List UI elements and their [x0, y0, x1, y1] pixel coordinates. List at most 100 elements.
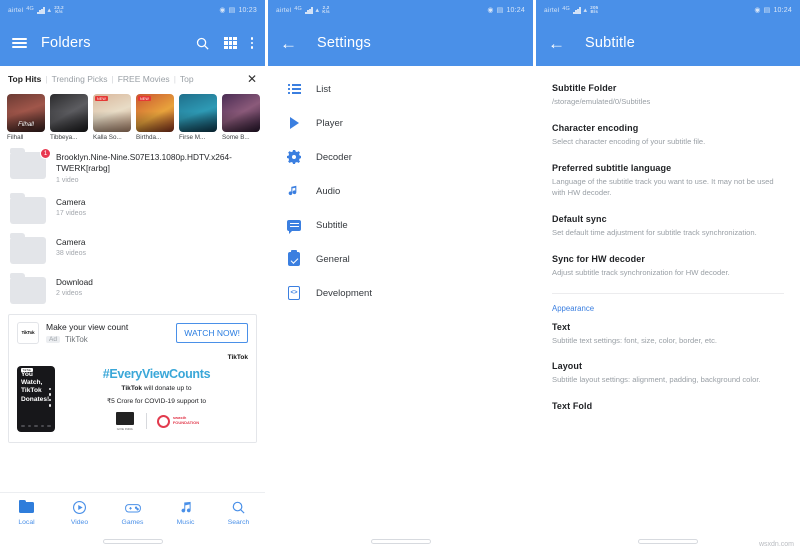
poster-item[interactable]: Firse M... — [179, 94, 217, 141]
ad-phone-navbar — [21, 425, 51, 428]
search-icon[interactable] — [195, 36, 210, 51]
close-icon[interactable]: ✕ — [243, 73, 257, 85]
ad-text-block: Make your view count Ad TikTok — [46, 322, 169, 344]
setting-row-cut-off[interactable]: Text Fold — [536, 394, 800, 409]
nav-label: Search — [227, 519, 250, 526]
nav-item-search[interactable]: Search — [212, 499, 265, 526]
setting-row-sync-hw-decoder[interactable]: Sync for HW decoder Adjust subtitle trac… — [536, 247, 800, 287]
data-rate-unit: B/s — [590, 9, 599, 14]
clock-label: 10:24 — [506, 6, 525, 14]
poster-item[interactable]: Filhall Filhall — [7, 94, 45, 141]
hamburger-icon[interactable] — [12, 38, 27, 48]
poster-art — [50, 94, 88, 132]
setting-row-preferred-language[interactable]: Preferred subtitle language Language of … — [536, 156, 800, 208]
home-indicator[interactable] — [638, 538, 698, 544]
folder-name: Download — [56, 276, 93, 287]
sidebar-item-decoder[interactable]: Decoder — [268, 140, 533, 174]
wifi-icon: ▴ — [583, 7, 588, 14]
app-bar: ← Settings — [268, 20, 533, 66]
setting-row-text[interactable]: Text Subtitle text settings: font, size,… — [536, 315, 800, 355]
ad-phone-dots-icon — [48, 387, 51, 407]
home-indicator[interactable] — [102, 538, 163, 544]
carrier-label: airtel — [276, 6, 292, 14]
advertisement[interactable]: TikTok Make your view count Ad TikTok WA… — [8, 313, 257, 443]
play-icon — [286, 115, 302, 131]
ad-logo-icon: TikTok — [17, 321, 39, 344]
wifi-icon: ▴ — [315, 7, 320, 14]
poster-art — [222, 94, 260, 132]
promo-tab-free-movies[interactable]: FREE Movies — [118, 74, 170, 84]
overflow-menu-icon[interactable] — [250, 37, 253, 49]
promo-tab-trending-picks[interactable]: Trending Picks — [52, 74, 108, 84]
sidebar-item-general[interactable]: General — [268, 242, 533, 276]
music-note-icon — [286, 183, 302, 199]
sidebar-item-player[interactable]: Player — [268, 106, 533, 140]
setting-description: Adjust subtitle track synchronization fo… — [552, 267, 730, 277]
folder-icon-wrap — [10, 192, 46, 224]
music-note-icon — [177, 499, 194, 516]
folder-row[interactable]: Camera 17 videos — [0, 190, 265, 230]
home-indicator-area — [268, 530, 533, 552]
folder-video-count: 1 video — [56, 176, 79, 184]
poster-caption: Kalla So... — [93, 134, 122, 141]
partner-logo-swasth: swasth FOUNDATION — [156, 414, 200, 428]
poster-item[interactable]: Some B... — [222, 94, 260, 141]
setting-description: /storage/emulated/0/Subtitles — [552, 97, 651, 106]
folder-icon-wrap — [10, 232, 46, 264]
ad-header: TikTok Make your view count Ad TikTok WA… — [9, 315, 256, 350]
back-arrow-icon[interactable]: ← — [548, 35, 565, 52]
status-bar: airtel 4G ▴ 205 B/s ◉ ▤ 10:24 — [536, 0, 800, 20]
promo-tab-top-truncated[interactable]: Top — [180, 74, 194, 84]
app-bar: ← Subtitle — [536, 20, 800, 66]
ad-creative: TikTok TikTok You Watch, TikTok Donates!… — [9, 349, 256, 442]
nav-item-video[interactable]: Video — [53, 499, 106, 526]
poster-item[interactable]: NEW Birthda... — [136, 94, 174, 141]
sidebar-item-label: Player — [316, 117, 343, 129]
setting-row-default-sync[interactable]: Default sync Set default time adjustment… — [536, 207, 800, 247]
carrier-label: airtel — [544, 6, 560, 14]
poster-item[interactable]: NEW Kalla So... — [93, 94, 131, 141]
page-title: Folders — [41, 35, 91, 51]
status-bar: airtel 4G ▴ 2.2 K/s ◉ ▤ 10:24 — [268, 0, 533, 20]
screen-settings: airtel 4G ▴ 2.2 K/s ◉ ▤ 10:24 ← Settings — [268, 0, 533, 552]
app-bar: Folders — [0, 20, 265, 66]
folder-meta: Download 2 videos — [56, 277, 255, 297]
promo-tab-top-hits[interactable]: Top Hits — [8, 74, 41, 84]
status-bar-right: ◉ ▤ 10:24 — [754, 6, 792, 15]
sidebar-item-label: General — [316, 253, 350, 265]
ad-partner-logos: GIVE INDIA swasth FOUNDATION — [65, 412, 248, 431]
poster-item[interactable]: Tibbeya... — [50, 94, 88, 141]
partner-logo-text-line2: FOUNDATION — [172, 420, 200, 426]
ad-cta-button[interactable]: WATCH NOW! — [176, 322, 248, 343]
setting-row-subtitle-folder[interactable]: Subtitle Folder /storage/emulated/0/Subt… — [536, 76, 800, 116]
partner-logo-mark — [115, 412, 134, 426]
nav-item-music[interactable]: Music — [159, 499, 212, 526]
nav-item-local[interactable]: Local — [0, 499, 53, 526]
back-arrow-icon[interactable]: ← — [280, 35, 297, 52]
grid-icon[interactable] — [224, 36, 237, 50]
sidebar-item-subtitle[interactable]: Subtitle — [268, 208, 533, 242]
folder-row[interactable]: Camera 38 videos — [0, 230, 265, 270]
sidebar-item-list[interactable]: List — [268, 72, 533, 106]
data-rate-indicator: 205 B/s — [590, 5, 599, 15]
folder-row[interactable]: Download 2 videos — [0, 270, 265, 310]
ad-copy-line-2: ₹5 Crore for COVID-19 support to — [106, 398, 207, 406]
home-indicator[interactable] — [370, 538, 431, 544]
poster-caption: Tibbeya... — [50, 134, 78, 141]
setting-row-layout[interactable]: Layout Subtitle layout settings: alignme… — [536, 354, 800, 394]
setting-row-character-encoding[interactable]: Character encoding Select character enco… — [536, 116, 800, 156]
signal-bars-icon — [305, 6, 313, 14]
gear-icon — [286, 149, 302, 165]
ad-brand-label: TikTok — [227, 353, 248, 361]
setting-description: Language of the subtitle track you want … — [552, 176, 774, 198]
clipboard-check-icon — [286, 250, 302, 267]
clock-label: 10:23 — [238, 6, 257, 14]
nav-item-games[interactable]: Games — [106, 499, 159, 526]
nav-label: Music — [176, 519, 195, 526]
sidebar-item-audio[interactable]: Audio — [268, 174, 533, 208]
folder-meta: Camera 38 videos — [56, 237, 255, 257]
folder-row[interactable]: 1 Brooklyn.Nine-Nine.S07E13.1080p.HDTV.x… — [0, 145, 265, 190]
poster-caption: Firse M... — [179, 134, 206, 141]
sidebar-item-development[interactable]: <> Development — [268, 276, 533, 310]
